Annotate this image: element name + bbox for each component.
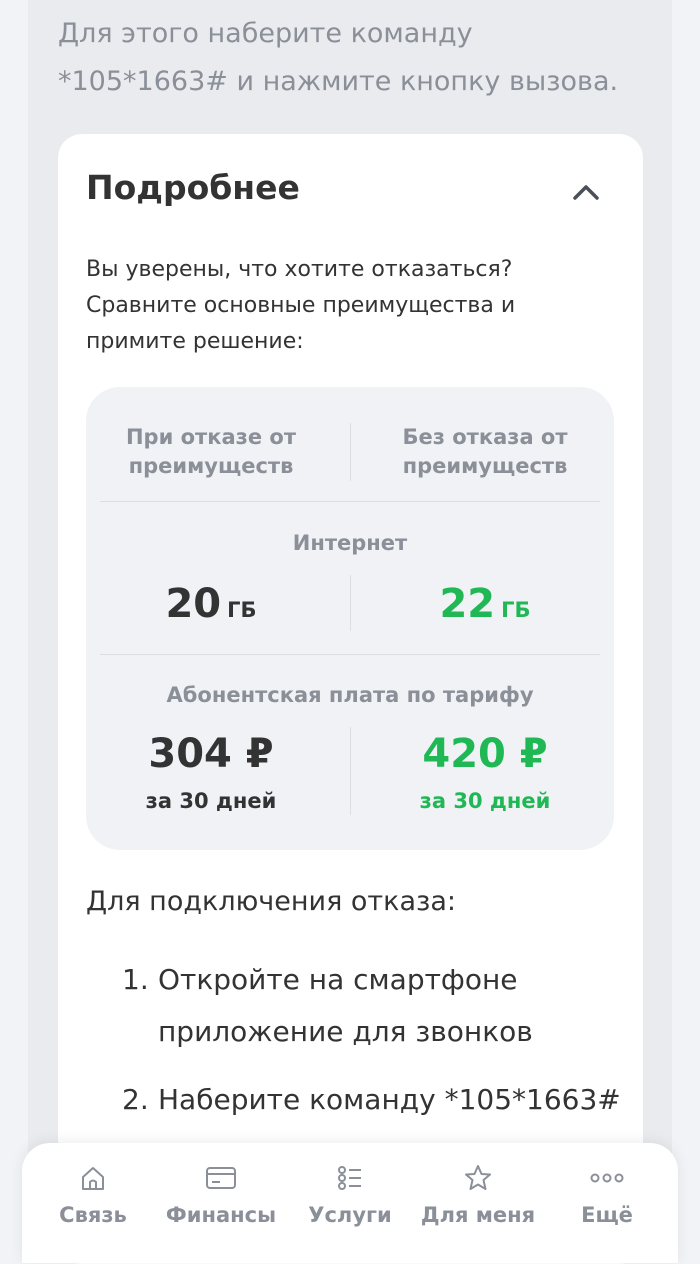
- internet-value-without: 20 ГБ: [86, 581, 336, 627]
- comparison-table: При отказе от преимуществ Без отказа от …: [86, 387, 614, 850]
- divider-vertical: [350, 423, 351, 481]
- fee-left-amount: 304 ₽: [148, 731, 274, 777]
- nav-item-for-me[interactable]: Для меня: [412, 1163, 544, 1243]
- details-title: Подробнее: [86, 168, 300, 207]
- more-icon: [590, 1173, 624, 1183]
- nav-label: Для меня: [420, 1203, 536, 1227]
- internet-value-with: 22 ГБ: [360, 581, 610, 627]
- fee-value-with: 420 ₽: [360, 731, 610, 777]
- internet-right-unit: ГБ: [501, 598, 531, 622]
- fee-label: Абонентская плата по тарифу: [166, 683, 534, 707]
- bottom-nav: Связь Финансы Услуги Для меня Ещё: [22, 1143, 678, 1263]
- internet-label: Интернет: [292, 531, 408, 555]
- nav-label: Финансы: [165, 1203, 277, 1227]
- step-number: 2.: [122, 1083, 149, 1116]
- details-card: Подробнее Вы уверены, что хотите отказат…: [58, 134, 643, 1264]
- intro-text: Для этого наберите команду *105*1663# и н…: [58, 10, 658, 106]
- intro-line-2: *105*1663# и нажмите кнопку вызова.: [58, 66, 619, 97]
- divider-vertical: [350, 727, 351, 815]
- nav-item-more[interactable]: Ещё: [541, 1163, 673, 1243]
- divider-vertical: [350, 575, 351, 631]
- fee-period-with: за 30 дней: [419, 789, 551, 813]
- chevron-up-icon[interactable]: [569, 179, 603, 203]
- fee-value-without: 304 ₽: [86, 731, 336, 777]
- nav-label: Услуги: [308, 1203, 392, 1227]
- nav-label: Связь: [59, 1203, 127, 1227]
- intro-line-1: Для этого наберите команду: [58, 18, 473, 49]
- internet-left-number: 20: [165, 581, 222, 627]
- step-text: Откройте на смартфоне приложение для зво…: [158, 963, 533, 1048]
- step-number: 1.: [122, 963, 149, 996]
- howto-title: Для подключения отказа:: [86, 886, 456, 917]
- column-header-with-benefits: Без отказа от преимуществ: [402, 425, 568, 478]
- card-icon: [206, 1167, 236, 1189]
- fee-period-without: за 30 дней: [145, 789, 277, 813]
- fee-right-amount: 420 ₽: [422, 731, 548, 777]
- details-lead-text: Вы уверены, что хотите отказаться? Сравн…: [86, 257, 516, 354]
- star-icon: [465, 1165, 491, 1190]
- home-icon: [82, 1167, 104, 1190]
- divider-horizontal: [100, 654, 600, 655]
- divider-horizontal: [100, 501, 600, 502]
- nav-item-finance[interactable]: Финансы: [155, 1163, 287, 1243]
- column-header-without-benefits: При отказе от преимуществ: [125, 425, 296, 478]
- internet-right-number: 22: [439, 581, 496, 627]
- nav-item-services[interactable]: Услуги: [284, 1163, 416, 1243]
- list-icon: [338, 1166, 361, 1190]
- internet-left-unit: ГБ: [227, 598, 257, 622]
- nav-item-svyaz[interactable]: Связь: [27, 1163, 159, 1243]
- nav-label: Ещё: [581, 1203, 633, 1227]
- list-item: 1. Откройте на смартфоне приложение для …: [86, 954, 626, 1058]
